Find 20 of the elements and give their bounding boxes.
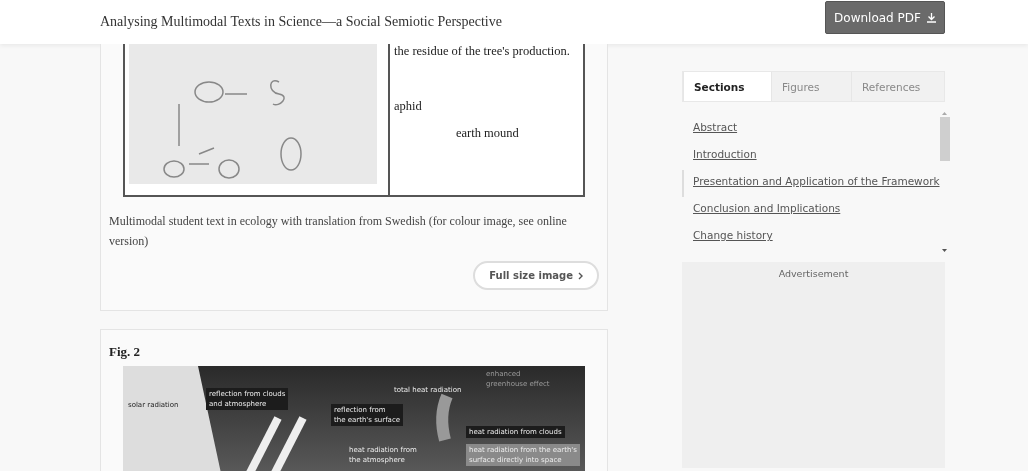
scrollbar[interactable]	[939, 112, 950, 252]
scroll-down-icon	[942, 249, 948, 252]
table-text: earth mound	[456, 126, 520, 141]
table-text: the residue of the tree's production.	[394, 44, 571, 59]
section-link[interactable]: Presentation and Application of the Framework	[682, 170, 940, 197]
section-link[interactable]: Change history	[682, 224, 940, 251]
full-size-image-button[interactable]: Full size image	[473, 261, 599, 290]
figure-caption: Multimodal student text in ecology with translation from Swedish (for colour image, see online version)	[109, 213, 568, 250]
table-text: aphid	[394, 99, 423, 114]
chevron-right-icon	[578, 271, 583, 280]
section-link[interactable]: Introduction	[682, 143, 940, 170]
advertisement-label: Advertisement	[778, 268, 849, 281]
section-link[interactable]: Conclusion and Implications	[682, 197, 940, 224]
scroll-up-icon	[942, 112, 948, 115]
download-icon	[926, 12, 936, 23]
figure-title: Fig. 2	[109, 344, 142, 360]
article-title: Analysing Multimodal Texts in Science—a Social Semiotic Perspective	[100, 14, 502, 30]
download-pdf-button[interactable]: Download PDF	[825, 1, 945, 34]
sidebar-tab[interactable]: Sections	[683, 72, 771, 101]
section-link[interactable]: Abstract	[682, 116, 940, 143]
